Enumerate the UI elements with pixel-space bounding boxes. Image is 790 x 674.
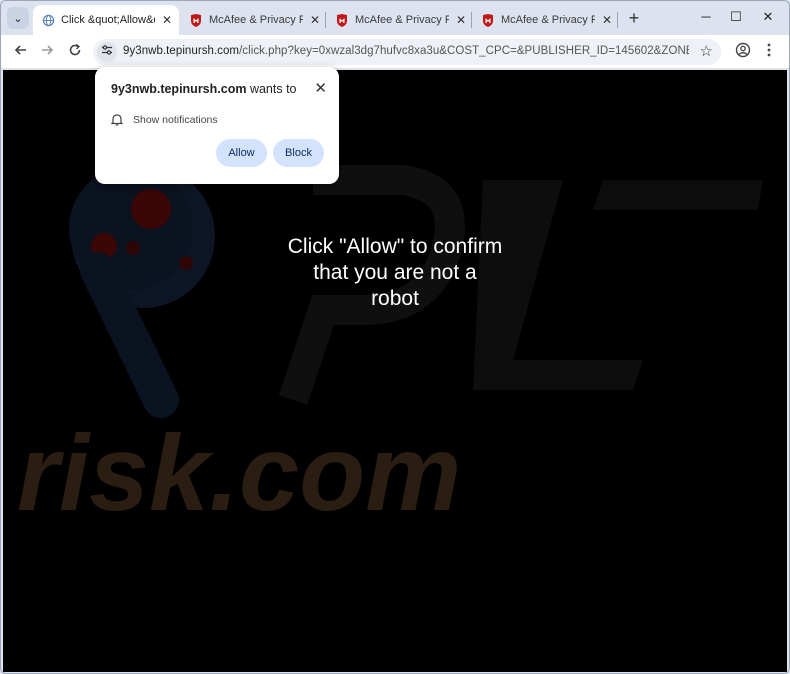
chevron-down-icon: ⌄ bbox=[13, 12, 23, 25]
browser-window: ⌄ Click &quot;Allow&quot; ✕ McAfee & Pri… bbox=[0, 0, 790, 674]
message-line: that you are not a bbox=[313, 261, 477, 284]
close-icon[interactable]: ✕ bbox=[314, 79, 327, 97]
tab-title: McAfee & Privacy Prote bbox=[355, 14, 449, 26]
menu-button[interactable] bbox=[757, 40, 781, 64]
reload-icon bbox=[68, 43, 82, 61]
tab-separator bbox=[325, 12, 326, 28]
tab-separator bbox=[471, 12, 472, 28]
tab-title: Click &quot;Allow&quot; bbox=[61, 14, 155, 26]
tab-mcafee-1[interactable]: McAfee & Privacy Prote ✕ bbox=[181, 5, 325, 35]
tab-click-allow[interactable]: Click &quot;Allow&quot; ✕ bbox=[33, 5, 179, 35]
permission-row: Show notifications bbox=[110, 113, 218, 127]
watermark-text: risk.com bbox=[17, 412, 461, 533]
close-window-button[interactable]: ✕ bbox=[753, 5, 783, 29]
block-button[interactable]: Block bbox=[273, 139, 324, 167]
bookmark-star-icon[interactable]: ☆ bbox=[700, 42, 713, 60]
mcafee-shield-icon bbox=[335, 13, 349, 27]
popup-wants-to: wants to bbox=[249, 82, 297, 96]
tune-icon bbox=[101, 43, 113, 61]
toolbar: 9y3nwb.tepinursh.com/click.php?key=0xwza… bbox=[1, 35, 789, 69]
robot-confirm-message: Click "Allow" to confirm that you are no… bbox=[235, 234, 555, 312]
close-tab-icon[interactable]: ✕ bbox=[159, 13, 175, 27]
back-button[interactable] bbox=[9, 40, 33, 64]
tab-mcafee-3[interactable]: McAfee & Privacy Prote ✕ bbox=[473, 5, 617, 35]
url-text[interactable]: 9y3nwb.tepinursh.com/click.php?key=0xwza… bbox=[123, 45, 689, 57]
url-path: /click.php?key=0xwzal3dg7hufvc8xa3u&COST… bbox=[239, 45, 689, 57]
arrow-right-icon bbox=[40, 43, 54, 61]
url-host: 9y3nwb.tepinursh.com bbox=[123, 45, 240, 57]
tab-mcafee-2[interactable]: McAfee & Privacy Prote ✕ bbox=[327, 5, 471, 35]
tab-title: McAfee & Privacy Prote bbox=[209, 14, 303, 26]
arrow-left-icon bbox=[14, 43, 28, 61]
popup-site: 9y3nwb.tepinursh.com bbox=[111, 82, 247, 96]
reload-button[interactable] bbox=[63, 40, 87, 64]
tab-separator bbox=[617, 12, 618, 28]
mcafee-shield-icon bbox=[481, 13, 495, 27]
close-tab-icon[interactable]: ✕ bbox=[599, 13, 615, 27]
address-bar[interactable]: 9y3nwb.tepinursh.com/click.php?key=0xwza… bbox=[93, 39, 721, 65]
popup-title: 9y3nwb.tepinursh.com wants to bbox=[111, 82, 297, 96]
profile-button[interactable] bbox=[731, 40, 755, 64]
mcafee-shield-icon bbox=[189, 13, 203, 27]
forward-button[interactable] bbox=[35, 40, 59, 64]
close-tab-icon[interactable]: ✕ bbox=[453, 13, 469, 27]
tab-strip: ⌄ Click &quot;Allow&quot; ✕ McAfee & Pri… bbox=[1, 1, 789, 35]
new-tab-button[interactable]: + bbox=[623, 7, 645, 29]
kebab-menu-icon bbox=[767, 43, 771, 61]
maximize-button[interactable]: ☐ bbox=[721, 5, 751, 29]
message-line: Click "Allow" to confirm bbox=[287, 235, 503, 258]
globe-icon bbox=[41, 13, 55, 27]
notification-permission-popup: 9y3nwb.tepinursh.com wants to ✕ Show not… bbox=[95, 67, 339, 184]
account-icon bbox=[735, 42, 751, 62]
minimize-button[interactable]: ─ bbox=[691, 5, 721, 29]
tab-title: McAfee & Privacy Prote bbox=[501, 14, 595, 26]
message-line: robot bbox=[371, 287, 419, 310]
close-tab-icon[interactable]: ✕ bbox=[307, 13, 323, 27]
permission-label: Show notifications bbox=[133, 114, 218, 126]
site-info-button[interactable] bbox=[97, 42, 117, 62]
allow-button[interactable]: Allow bbox=[216, 139, 267, 167]
tab-search-button[interactable]: ⌄ bbox=[7, 7, 29, 29]
bell-icon bbox=[110, 113, 125, 127]
